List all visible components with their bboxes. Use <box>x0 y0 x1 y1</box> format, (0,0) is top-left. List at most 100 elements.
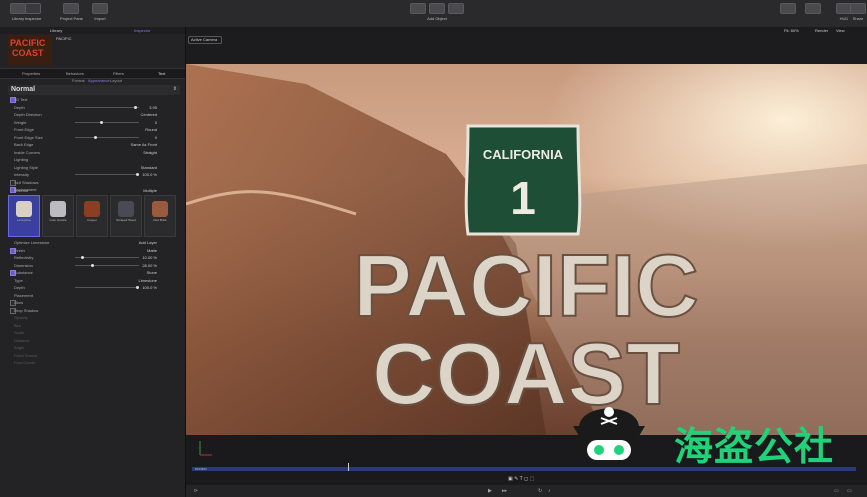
property-label: Depth Direction <box>14 112 42 117</box>
slider-knob[interactable] <box>135 286 139 289</box>
tab-filters[interactable]: Filters <box>113 71 124 76</box>
canvas-viewport[interactable]: CALIFORNIA 1 PACIFIC COAST <box>186 64 867 435</box>
tab-properties[interactable]: Properties <box>22 71 40 76</box>
property-value[interactable]: 0 <box>155 135 157 140</box>
mask-tool-icon[interactable]: ⬚ <box>530 476 535 482</box>
panel-tabs: Library Inspector <box>0 27 185 34</box>
property-value[interactable]: Limestone <box>139 278 157 283</box>
property-value[interactable]: 10.00 % <box>142 255 157 260</box>
inspector-panel: Library Inspector PACIFIC COAST PACIFIC … <box>0 27 186 497</box>
tab-library[interactable]: Library <box>50 28 62 33</box>
zoom-popup[interactable]: Fit: 80% <box>784 28 799 33</box>
material-swatch[interactable]: Copper <box>76 195 108 237</box>
property-slider[interactable] <box>75 263 139 267</box>
property-value[interactable]: Standard <box>141 165 157 170</box>
property-slider[interactable] <box>75 105 139 109</box>
drop-shadow-row: Scale <box>0 329 185 336</box>
property-value[interactable]: 0 <box>155 120 157 125</box>
property-value[interactable]: 3.95 <box>149 105 157 110</box>
view-popup[interactable]: View <box>836 28 845 33</box>
layout-toggle[interactable] <box>805 3 821 24</box>
material-preview <box>50 201 66 217</box>
property-label: Substance <box>14 270 33 275</box>
property-value[interactable]: Matte <box>147 248 157 253</box>
audio-icon[interactable]: ♪ <box>548 488 551 494</box>
preview-logo-line1: PACIFIC <box>10 38 46 48</box>
text-tool-icon[interactable]: T <box>520 476 523 482</box>
transport-bar: ⊳ ▶ ▸▸ ↻ ♪ ▭ ▭ <box>186 485 867 497</box>
property-row: Drop Shadow <box>0 307 185 314</box>
project-pane-icon <box>63 3 80 14</box>
timeline-toggle-icon[interactable]: ▭ <box>847 488 852 494</box>
property-row: Weight 0 <box>0 119 185 126</box>
property-value[interactable]: Round <box>145 127 157 132</box>
camera-popup[interactable]: Active Camera <box>188 36 222 44</box>
property-slider[interactable] <box>75 286 139 289</box>
hud-toggle[interactable] <box>780 3 796 24</box>
next-frame-icon[interactable]: ▸▸ <box>502 488 507 494</box>
property-value[interactable]: 28.00 % <box>142 263 157 268</box>
property-slider[interactable] <box>75 120 139 124</box>
property-label: Lighting Style <box>14 164 39 170</box>
property-value[interactable]: 100.0 % <box>142 172 157 177</box>
material-swatch[interactable]: Limestone <box>8 195 40 237</box>
property-row: Finish Matte <box>0 247 185 254</box>
style-preset-popup[interactable]: Normal ⇕ <box>8 85 180 95</box>
property-row: Substance Stone <box>0 269 185 276</box>
property-slider[interactable] <box>75 256 139 259</box>
property-value[interactable]: 100.0 % <box>142 285 157 290</box>
share-button[interactable]: Share <box>850 3 866 24</box>
property-value[interactable]: Same As Front <box>131 142 157 147</box>
share-icon <box>850 3 866 14</box>
property-row: Back Edge Same As Front <box>0 141 185 148</box>
playhead[interactable] <box>348 463 349 471</box>
tab-layout[interactable]: Layout <box>110 78 122 83</box>
property-row: Dimension 28.00 % <box>0 262 185 269</box>
drop-shadow-row: Fixed Source <box>0 352 185 359</box>
material-swatch[interactable]: Red Brick <box>144 195 176 237</box>
project-pane-button[interactable]: Project Pane <box>60 3 83 24</box>
render-popup[interactable]: Render <box>815 28 828 33</box>
pen-tool-icon[interactable]: ✎ <box>514 476 518 482</box>
material-swatch[interactable]: Scraped Wood <box>110 195 142 237</box>
property-slider[interactable] <box>75 135 139 139</box>
property-label: Fixed Source <box>14 352 38 358</box>
view-layout-icon[interactable]: ▭ <box>834 488 839 494</box>
play-range-icon[interactable]: ⊳ <box>194 488 198 494</box>
slider-knob[interactable] <box>135 173 139 176</box>
slider-knob[interactable] <box>93 135 97 139</box>
select-tool-icon[interactable]: ▣ <box>508 476 513 482</box>
preset-label: Normal <box>11 86 36 93</box>
slider-knob[interactable] <box>133 105 137 109</box>
property-value[interactable]: Add Layer <box>139 240 157 245</box>
property-label: Self Shadows <box>14 179 39 185</box>
property-row: Inside Corners Straight <box>0 149 185 156</box>
tab-format[interactable]: Format <box>72 78 85 83</box>
material-name: Scraped Wood <box>116 218 136 222</box>
tab-inspector[interactable]: Inspector <box>134 28 150 33</box>
loop-icon[interactable]: ↻ <box>538 488 542 494</box>
material-row: Material Multiple <box>14 188 157 193</box>
material-swatches: Limestone Gray Granite Copper Scraped Wood R… <box>8 195 178 237</box>
tab-appearance[interactable]: Appearance <box>88 78 110 83</box>
property-value[interactable]: Straight <box>143 150 157 155</box>
shape-tool-icon[interactable]: ◻ <box>524 476 528 482</box>
route-shield-sign: CALIFORNIA 1 <box>464 124 582 236</box>
play-icon[interactable]: ▶ <box>488 488 492 494</box>
import-button[interactable]: Import <box>92 3 108 24</box>
property-value[interactable]: Stone <box>147 270 157 275</box>
tab-text[interactable]: Text <box>158 71 165 76</box>
property-value[interactable]: Centered <box>141 112 157 117</box>
slider-knob[interactable] <box>81 256 85 259</box>
property-slider[interactable] <box>75 173 139 176</box>
shield-number-text: 1 <box>510 172 536 224</box>
slider-knob[interactable] <box>99 120 103 124</box>
property-row: Lighting Style Standard <box>0 164 185 171</box>
library-button[interactable]: Library <box>10 3 26 24</box>
add-object-button[interactable]: Add Object <box>410 3 464 24</box>
inspector-button[interactable]: Inspector <box>25 3 41 24</box>
tab-behaviors[interactable]: Behaviors <box>66 71 84 76</box>
property-label: Glow <box>14 300 24 305</box>
material-swatch[interactable]: Gray Granite <box>42 195 74 237</box>
slider-knob[interactable] <box>90 263 94 267</box>
